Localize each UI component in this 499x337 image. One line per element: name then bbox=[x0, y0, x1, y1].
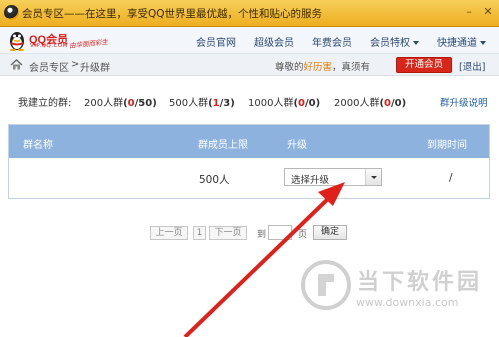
group-total: 0 bbox=[308, 98, 316, 109]
group-used: 1 bbox=[212, 98, 220, 109]
group-count-2000: 2000人群(0/0) bbox=[334, 98, 407, 109]
upgrade-select[interactable]: 选择升级 bbox=[284, 168, 382, 186]
welcome-suffix: ，真须有 bbox=[332, 62, 371, 73]
nav-item-annual-vip[interactable]: 年费会员 bbox=[312, 34, 352, 49]
penguin-logo-icon bbox=[10, 32, 24, 51]
group-used: 0 bbox=[298, 98, 305, 109]
welcome-text: 尊敬的好历害，真须有 bbox=[275, 59, 370, 73]
nav-item-official[interactable]: 会员官网 bbox=[196, 34, 236, 49]
home-icon[interactable] bbox=[10, 59, 23, 70]
group-upgrade-help-link[interactable]: 群升级说明 bbox=[440, 95, 488, 109]
group-upgrade-table: 群名称 群成员上限 升级 到期时间 500人 选择升级 / bbox=[8, 124, 490, 199]
breadcrumb-root[interactable]: 会员专区 bbox=[29, 59, 69, 74]
goto-label: 到 bbox=[257, 230, 267, 240]
column-header-member-limit: 群成员上限 bbox=[198, 140, 248, 151]
breadcrumb-bar: 会员专区 > 升级群 尊敬的好历害，真须有 开通会员 [退出] bbox=[0, 54, 499, 76]
breadcrumb-current: 升级群 bbox=[80, 63, 110, 74]
column-header-expire: 到期时间 bbox=[427, 140, 467, 151]
logo-domain: VIP.QQ.COM bbox=[30, 43, 68, 49]
group-count-1000: 1000人群(0/0) bbox=[248, 98, 321, 109]
nav-bar: QQ会员 VIP.QQ.COM 由华丽而彩生 会员官网 超级会员 年费会员 会员… bbox=[0, 27, 499, 54]
next-page-button[interactable]: 下一页 bbox=[209, 226, 247, 240]
watermark-logo-icon bbox=[301, 260, 351, 310]
column-header-group-name: 群名称 bbox=[23, 140, 53, 151]
close-icon[interactable]: ✕ bbox=[481, 5, 495, 19]
cell-expire: / bbox=[449, 172, 453, 184]
group-size: 500人群 bbox=[169, 98, 209, 109]
upgrade-select-value: 选择升级 bbox=[291, 175, 330, 186]
group-total: 3 bbox=[223, 98, 231, 109]
logout-link[interactable]: [退出] bbox=[459, 59, 485, 73]
watermark-url: www.downxia.com bbox=[356, 296, 459, 309]
user-nickname: 好历害 bbox=[303, 62, 333, 73]
group-used: 0 bbox=[127, 98, 135, 109]
chevron-down-icon bbox=[480, 41, 486, 45]
cell-member-limit: 500人 bbox=[199, 174, 230, 186]
watermark-title: 当下软件园 bbox=[357, 270, 483, 295]
group-total: 50 bbox=[138, 98, 153, 109]
chevron-down-icon[interactable] bbox=[365, 169, 381, 185]
window-title-bar: 会员专区——在这里，享受QQ世界里最优越，个性和贴心的服务 – ✕ bbox=[0, 0, 499, 27]
nav-item-privileges-label: 会员特权 bbox=[370, 38, 410, 49]
column-header-upgrade: 升级 bbox=[287, 140, 307, 151]
group-count-200: 200人群(0/50) bbox=[84, 98, 157, 109]
nav-item-super-vip[interactable]: 超级会员 bbox=[254, 34, 294, 49]
nav-item-shortcuts[interactable]: 快捷通道 bbox=[437, 34, 486, 49]
page-input[interactable] bbox=[268, 225, 292, 240]
table-header: 群名称 群成员上限 升级 到期时间 bbox=[9, 125, 489, 158]
goto-confirm-button[interactable]: 确定 bbox=[313, 225, 347, 240]
group-size: 2000人群 bbox=[334, 98, 380, 109]
open-membership-button[interactable]: 开通会员 bbox=[396, 57, 452, 73]
page-unit-label: 页 bbox=[298, 230, 308, 240]
prev-page-button[interactable]: 上一页 bbox=[150, 226, 188, 240]
group-total: 0 bbox=[394, 98, 402, 109]
group-size: 1000人群 bbox=[248, 98, 294, 109]
qq-vip-logo[interactable]: QQ会员 VIP.QQ.COM 由华丽而彩生 bbox=[8, 30, 108, 52]
group-used: 0 bbox=[384, 98, 391, 109]
nav-item-shortcuts-label: 快捷通道 bbox=[437, 38, 477, 49]
minimize-icon[interactable]: – bbox=[462, 5, 476, 19]
page-number[interactable]: 1 bbox=[193, 226, 206, 240]
welcome-prefix: 尊敬的 bbox=[275, 62, 304, 73]
group-summary: 我建立的群: 200人群(0/50) 500人群(1/3) 1000人群(0/0… bbox=[0, 90, 499, 110]
table-row: 500人 选择升级 / bbox=[9, 158, 489, 198]
group-size: 200人群 bbox=[84, 98, 124, 109]
summary-label: 我建立的群: bbox=[18, 98, 72, 109]
nav-item-privileges[interactable]: 会员特权 bbox=[370, 34, 419, 49]
breadcrumb-separator: > bbox=[71, 59, 80, 70]
logo-slogan: 由华丽而彩生 bbox=[68, 37, 109, 51]
group-count-500: 500人群(1/3) bbox=[169, 98, 235, 109]
qq-penguin-icon bbox=[4, 5, 19, 20]
window-title: 会员专区——在这里，享受QQ世界里最优越，个性和贴心的服务 bbox=[22, 8, 323, 20]
chevron-down-icon bbox=[413, 41, 419, 45]
